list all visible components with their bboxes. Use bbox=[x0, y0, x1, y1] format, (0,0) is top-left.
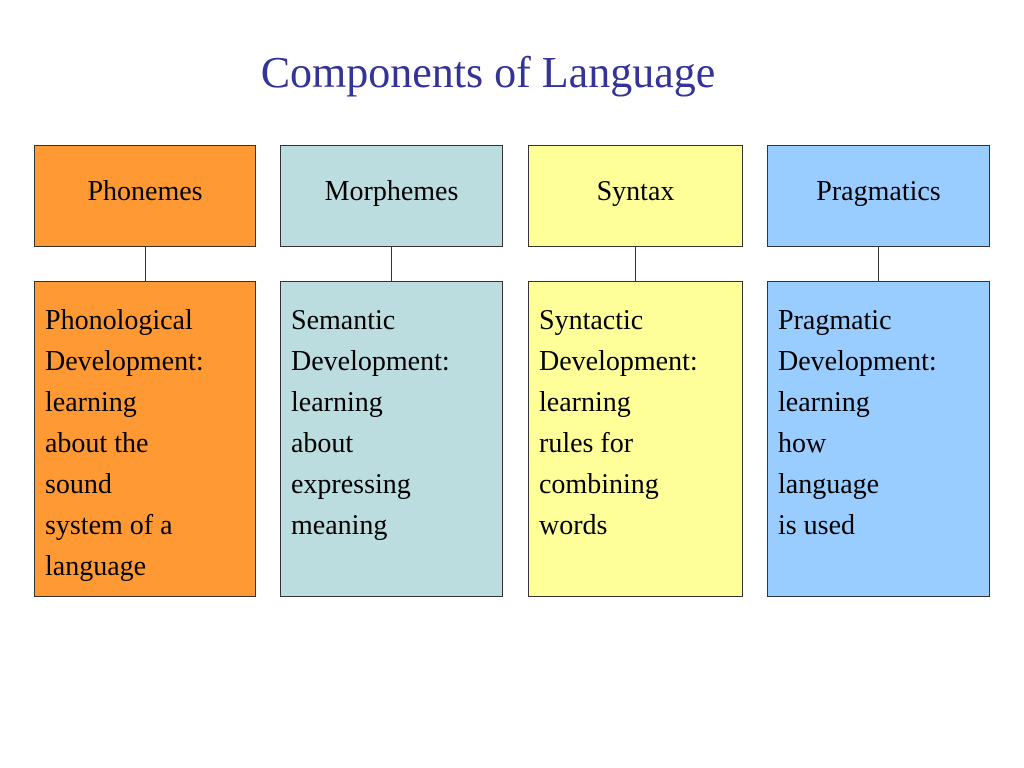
heading-label-phonemes: Phonemes bbox=[87, 176, 203, 207]
heading-label-morphemes: Morphemes bbox=[324, 176, 459, 207]
heading-label-syntax: Syntax bbox=[596, 176, 675, 207]
heading-box-phonemes: Phonemes bbox=[34, 145, 256, 247]
connector-line-syntax bbox=[635, 247, 636, 281]
connector-line-morphemes bbox=[391, 247, 392, 281]
description-box-pragmatic: Pragmatic Development: learning how lang… bbox=[767, 281, 990, 597]
description-box-semantic: Semantic Development: learning about exp… bbox=[280, 281, 503, 597]
description-box-syntactic: Syntactic Development: learning rules fo… bbox=[528, 281, 743, 597]
connector-line-pragmatics bbox=[878, 247, 879, 281]
diagram-title: Components of Language bbox=[260, 48, 716, 97]
heading-box-morphemes: Morphemes bbox=[280, 145, 503, 247]
heading-label-pragmatics: Pragmatics bbox=[816, 176, 941, 207]
description-box-phonological: Phonological Development: learning about… bbox=[34, 281, 256, 597]
connector-line-phonemes bbox=[145, 247, 146, 281]
heading-box-pragmatics: Pragmatics bbox=[767, 145, 990, 247]
heading-box-syntax: Syntax bbox=[528, 145, 743, 247]
